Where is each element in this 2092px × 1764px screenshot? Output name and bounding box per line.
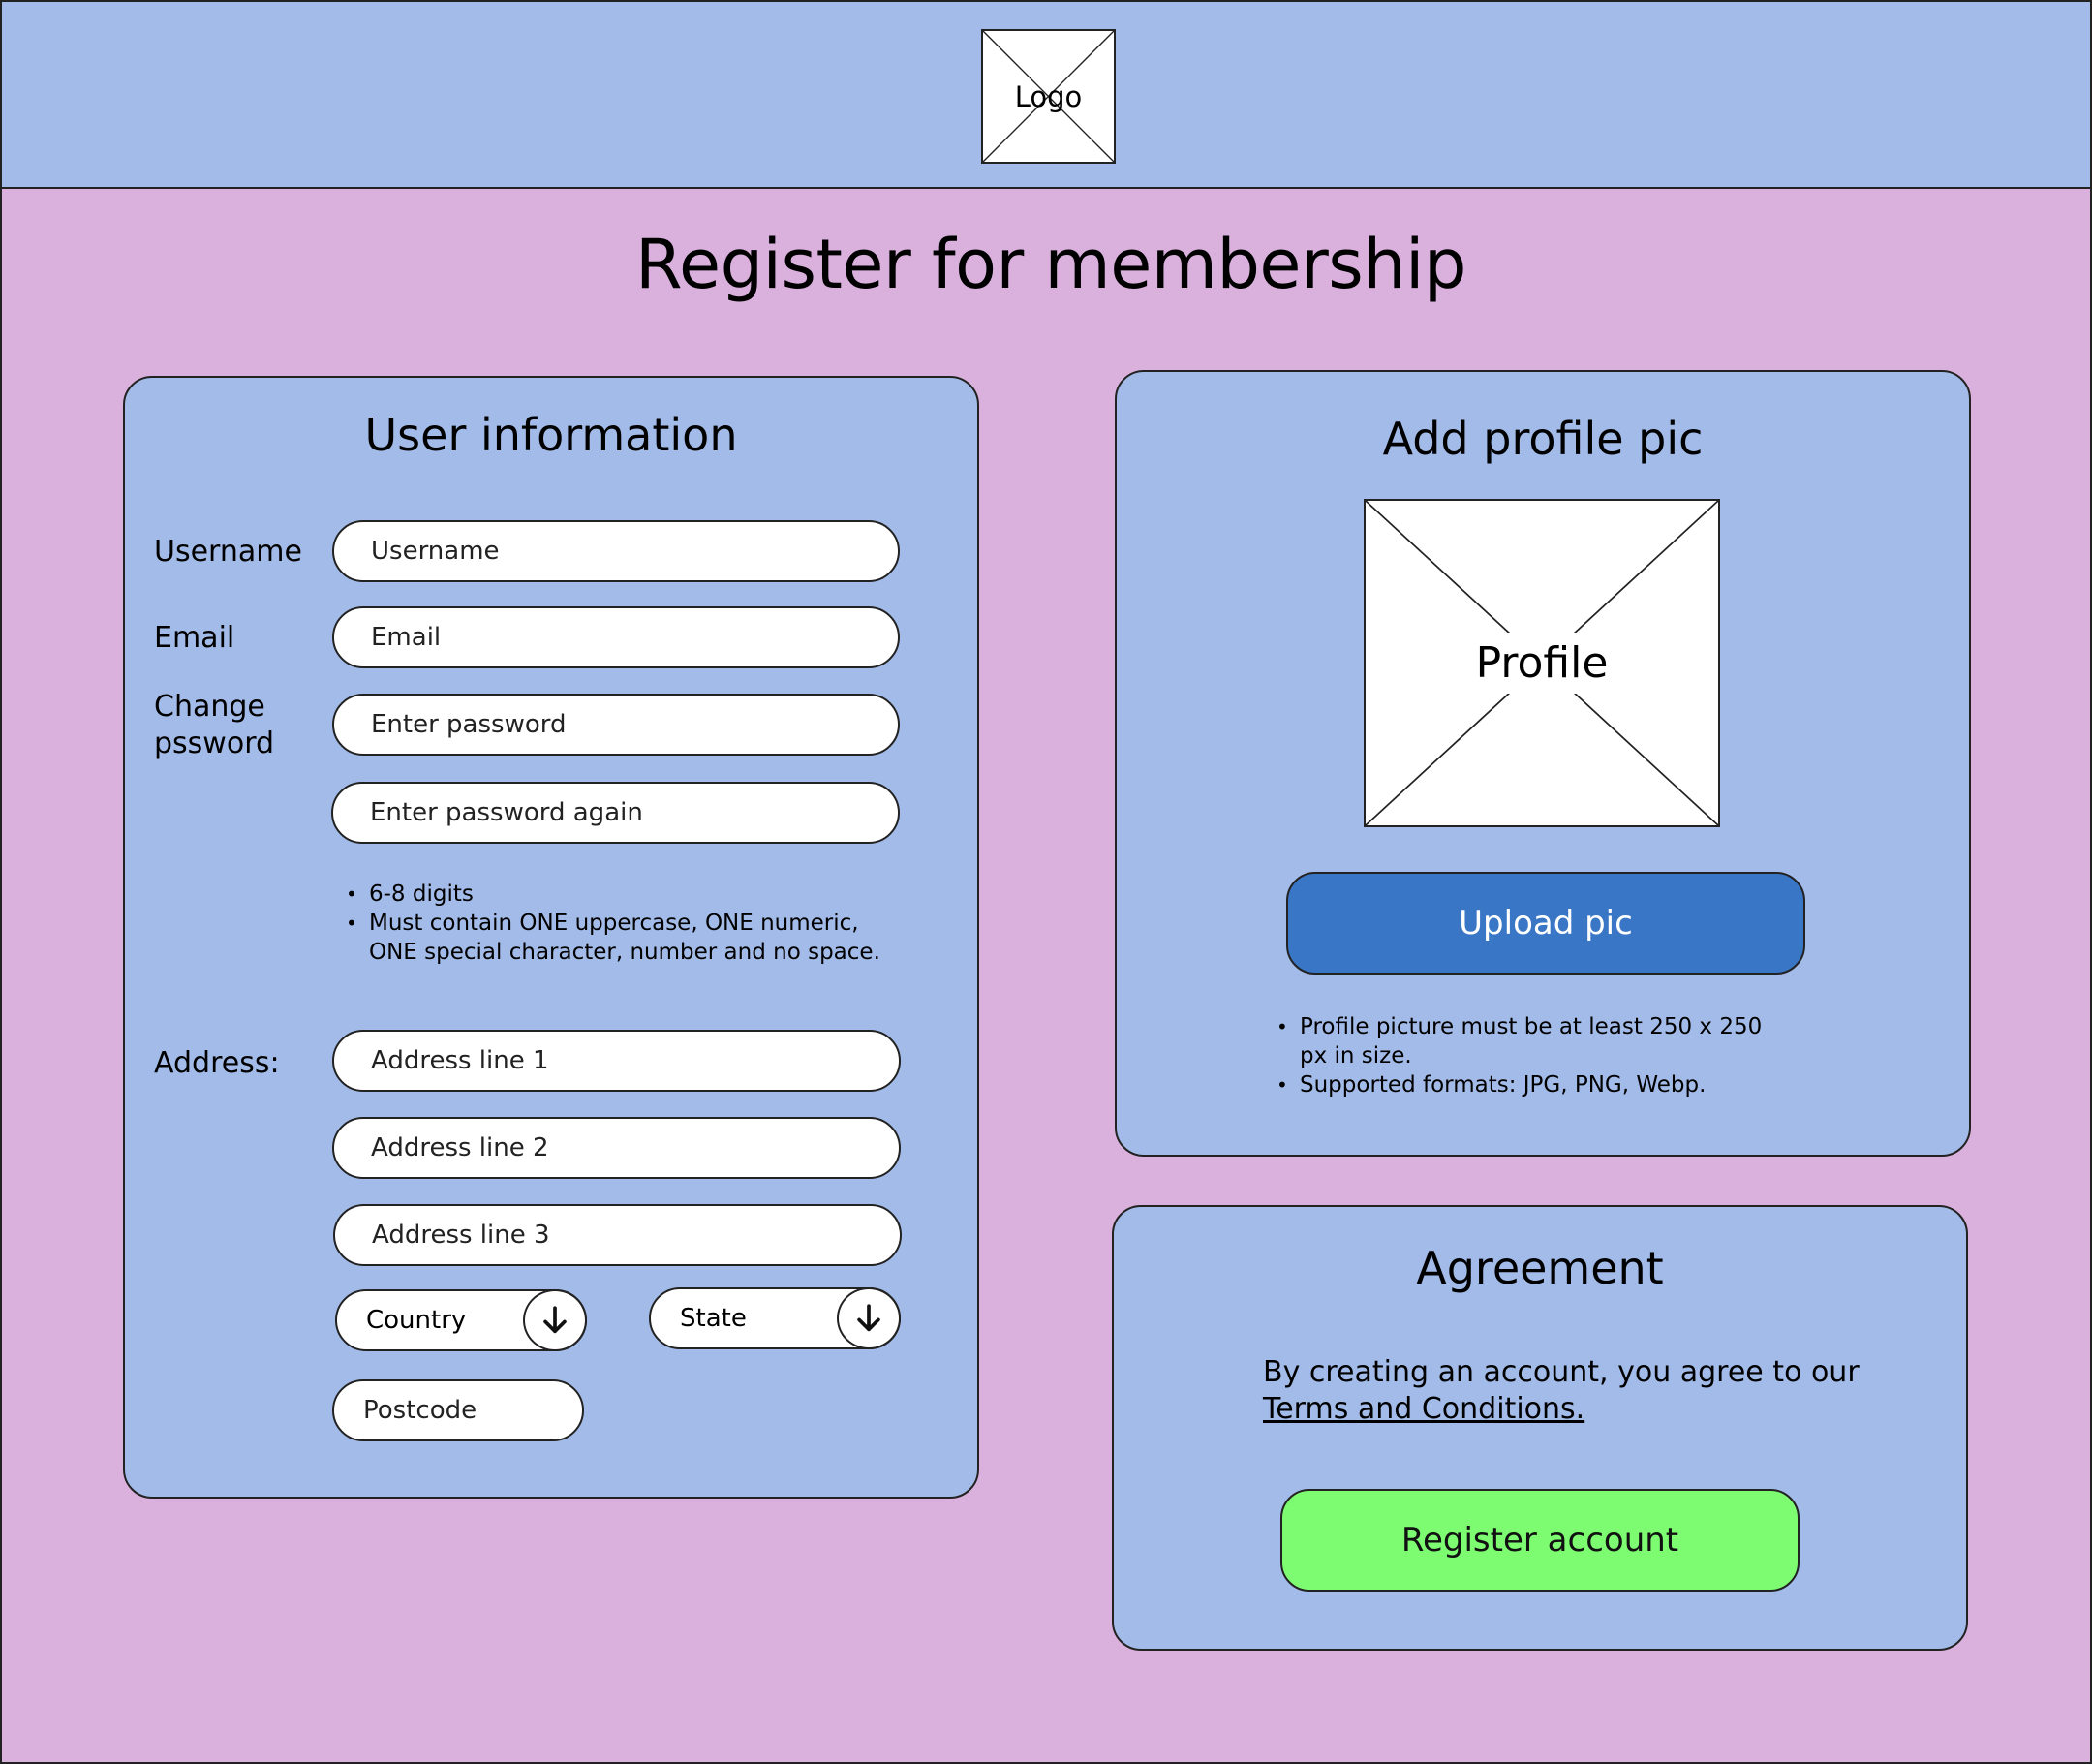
email-label: Email [154,621,235,655]
header-bar: Logo [0,0,2092,189]
state-dropdown-button[interactable] [837,1287,901,1349]
list-item: • Supported formats: JPG, PNG, Webp. [1277,1072,1707,1098]
change-password-label: Change pssword [154,689,274,762]
username-input[interactable] [332,520,900,582]
postcode-input[interactable] [332,1379,584,1441]
profile-rules: • Profile picture must be at least 250 x … [1277,1012,1780,1099]
logo: Logo [981,29,1116,164]
address-line-3-input[interactable] [333,1204,902,1266]
user-information-title: User information [364,409,738,461]
change-password-label-line2: pssword [154,727,275,760]
password-input[interactable] [332,694,900,756]
agreement-text: By creating an account, you agree to our… [1263,1354,1860,1428]
address-line-2-input[interactable] [332,1117,901,1179]
change-password-label-line1: Change [154,690,265,724]
password-again-input[interactable] [331,782,900,844]
password-rules: • 6-8 digits • Must contain ONE uppercase,… [346,880,888,967]
state-select[interactable]: State [649,1287,901,1349]
arrow-down-icon [543,1306,567,1334]
list-item: • Must contain ONE uppercase, ONE numeric… [346,911,880,965]
email-input[interactable] [332,606,900,668]
agreement-statement: By creating an account, you agree to our [1263,1355,1860,1389]
profile-picture-placeholder: Profile [1364,499,1720,827]
terms-and-conditions-link[interactable]: Terms and Conditions. [1263,1391,1860,1428]
upload-pic-button[interactable]: Upload pic [1286,872,1805,975]
register-account-button[interactable]: Register account [1280,1489,1800,1592]
address-line-1-input[interactable] [332,1030,901,1092]
address-label: Address: [154,1046,280,1080]
country-select[interactable]: Country [335,1289,587,1351]
agreement-title: Agreement [1416,1242,1664,1294]
list-item: • 6-8 digits [346,882,474,907]
logo-text: Logo [1014,79,1083,113]
list-item: • Profile picture must be at least 250 x … [1277,1014,1763,1068]
username-label: Username [154,535,302,569]
profile-placeholder-text: Profile [1471,633,1613,694]
page-title: Register for membership [635,225,1466,304]
arrow-down-icon [857,1304,880,1332]
state-select-value: State [680,1304,747,1333]
country-select-value: Country [366,1306,467,1335]
country-dropdown-button[interactable] [523,1289,587,1351]
profile-pic-title: Add profile pic [1382,413,1704,465]
